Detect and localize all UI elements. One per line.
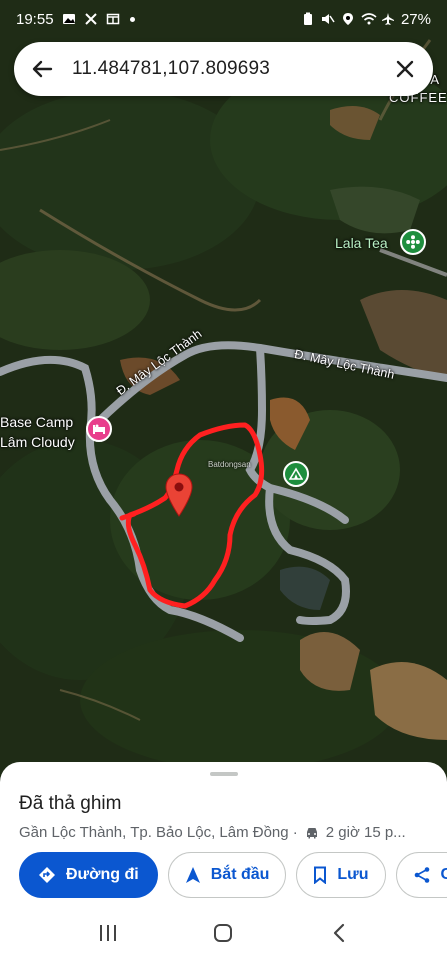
back-button[interactable] <box>319 913 359 953</box>
place-address: Gần Lộc Thành, Tp. Bảo Lộc, Lâm Đồng · <box>19 824 298 841</box>
x-icon <box>84 12 98 26</box>
search-query-text[interactable]: 11.484781,107.809693 <box>56 58 391 80</box>
recents-icon <box>99 925 116 941</box>
action-chips: Đường đi Bắt đầu Lưu C <box>19 852 447 898</box>
drive-time: 2 giờ 15 p... <box>325 824 406 841</box>
recents-button[interactable] <box>88 913 128 953</box>
share-label: C <box>440 866 447 883</box>
arrow-left-icon <box>32 60 53 78</box>
directions-button[interactable]: Đường đi <box>19 852 158 898</box>
location-icon <box>341 12 355 26</box>
directions-label: Đường đi <box>66 866 139 883</box>
dropped-pin-icon[interactable] <box>165 473 193 517</box>
map-label-base-camp-line1[interactable]: Base Camp <box>0 414 73 430</box>
clear-search-button[interactable] <box>391 55 419 83</box>
start-button[interactable]: Bắt đầu <box>167 852 287 898</box>
system-nav-bar <box>0 907 447 959</box>
navigation-arrow-icon <box>185 867 200 883</box>
close-icon <box>396 60 414 78</box>
battery-percent: 27% <box>400 10 431 28</box>
back-icon <box>334 923 345 943</box>
share-icon <box>414 867 429 883</box>
wifi-icon <box>361 12 377 26</box>
watermark-logo: Batdongsan <box>208 460 251 469</box>
save-label: Lưu <box>337 866 369 883</box>
dot-icon <box>129 16 135 22</box>
start-label: Bắt đầu <box>210 866 270 883</box>
mute-icon <box>321 12 335 26</box>
tea-poi-icon[interactable] <box>400 229 426 255</box>
share-button[interactable]: C <box>395 852 447 898</box>
home-button[interactable] <box>203 913 243 953</box>
place-subtitle: Gần Lộc Thành, Tp. Bảo Lộc, Lâm Đồng · 2… <box>19 824 406 841</box>
map-label-base-camp-line2[interactable]: Lâm Cloudy <box>0 434 75 450</box>
campground-poi-icon[interactable] <box>283 461 309 487</box>
search-bar[interactable]: 11.484781,107.809693 <box>14 42 433 96</box>
back-arrow-button[interactable] <box>28 55 56 83</box>
status-time: 19:55 <box>16 10 54 28</box>
gallery-icon <box>62 12 76 26</box>
car-icon <box>304 826 320 840</box>
status-bar: 19:55 27% <box>0 0 447 38</box>
window-icon <box>106 12 120 26</box>
airplane-icon <box>381 12 395 26</box>
battery-saver-icon <box>301 12 315 26</box>
place-title: Đã thả ghim <box>19 793 122 814</box>
map-label-lala-tea[interactable]: Lala Tea <box>335 235 388 251</box>
sheet-drag-handle[interactable] <box>210 772 238 776</box>
save-button[interactable]: Lưu <box>296 852 386 898</box>
satellite-map[interactable]: CA COFFEE Lala Tea Base Camp Lâm Cloudy … <box>0 0 447 790</box>
home-icon <box>214 924 233 942</box>
bookmark-icon <box>314 866 327 884</box>
directions-icon <box>39 867 55 883</box>
hotel-poi-icon[interactable] <box>86 416 112 442</box>
